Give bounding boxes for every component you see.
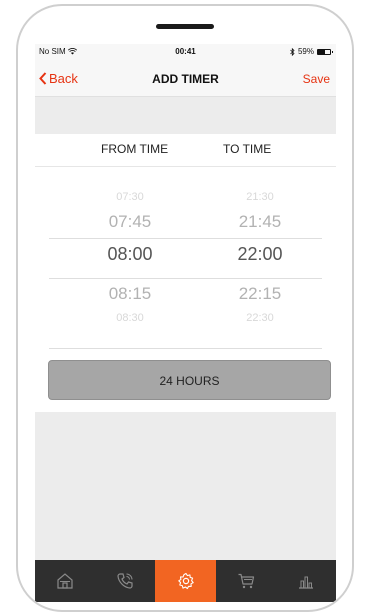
- 24-hours-button[interactable]: 24 HOURS: [48, 360, 331, 400]
- to-time-option[interactable]: 21:45: [205, 212, 315, 232]
- to-time-header: TO TIME: [223, 142, 272, 156]
- to-time-option[interactable]: 22:15: [205, 284, 315, 304]
- from-time-selected[interactable]: 08:00: [75, 244, 185, 265]
- cart-icon: [238, 573, 254, 589]
- from-time-option[interactable]: 08:15: [75, 284, 185, 304]
- tab-home[interactable]: [35, 560, 95, 602]
- status-bar: No SIM 00:41 59%: [35, 44, 336, 58]
- picker-bottom-divider: [49, 348, 322, 349]
- picker-selection-bottom: [49, 278, 322, 279]
- tab-phone[interactable]: [95, 560, 155, 602]
- from-time-option[interactable]: 08:30: [75, 312, 185, 324]
- page-title: ADD TIMER: [152, 72, 219, 86]
- from-time-header: FROM TIME: [101, 142, 169, 156]
- tab-bar: [35, 560, 336, 602]
- phone-frame: No SIM 00:41 59% Back ADD TIMER Save FRO…: [16, 4, 354, 612]
- battery-percent: 59%: [297, 47, 314, 56]
- speaker-grille: [156, 24, 214, 29]
- to-time-selected[interactable]: 22:00: [205, 244, 315, 265]
- timer-picker-card: FROM TIME TO TIME 07:30 07:45 08:00 08:1…: [35, 134, 336, 412]
- settings-icon: [177, 572, 194, 590]
- battery-status: 59%: [290, 47, 333, 56]
- picker-headers: FROM TIME TO TIME: [35, 134, 336, 167]
- picker-selection-top: [49, 238, 322, 239]
- from-time-option[interactable]: 07:45: [75, 212, 185, 232]
- to-time-option[interactable]: 22:30: [205, 312, 315, 324]
- tab-statistics[interactable]: [276, 560, 336, 602]
- chart-icon: [298, 576, 313, 589]
- save-button[interactable]: Save: [303, 72, 330, 86]
- phone-icon: [117, 573, 133, 589]
- from-time-option[interactable]: 07:30: [75, 191, 185, 203]
- screen: No SIM 00:41 59% Back ADD TIMER Save FRO…: [35, 44, 336, 602]
- to-time-option[interactable]: 21:30: [205, 191, 315, 203]
- home-icon: [57, 573, 73, 589]
- navigation-bar: Back ADD TIMER Save: [35, 58, 336, 97]
- bluetooth-icon: [290, 47, 295, 56]
- battery-icon: [317, 48, 333, 55]
- tab-settings[interactable]: [155, 560, 216, 602]
- tab-cart[interactable]: [216, 560, 276, 602]
